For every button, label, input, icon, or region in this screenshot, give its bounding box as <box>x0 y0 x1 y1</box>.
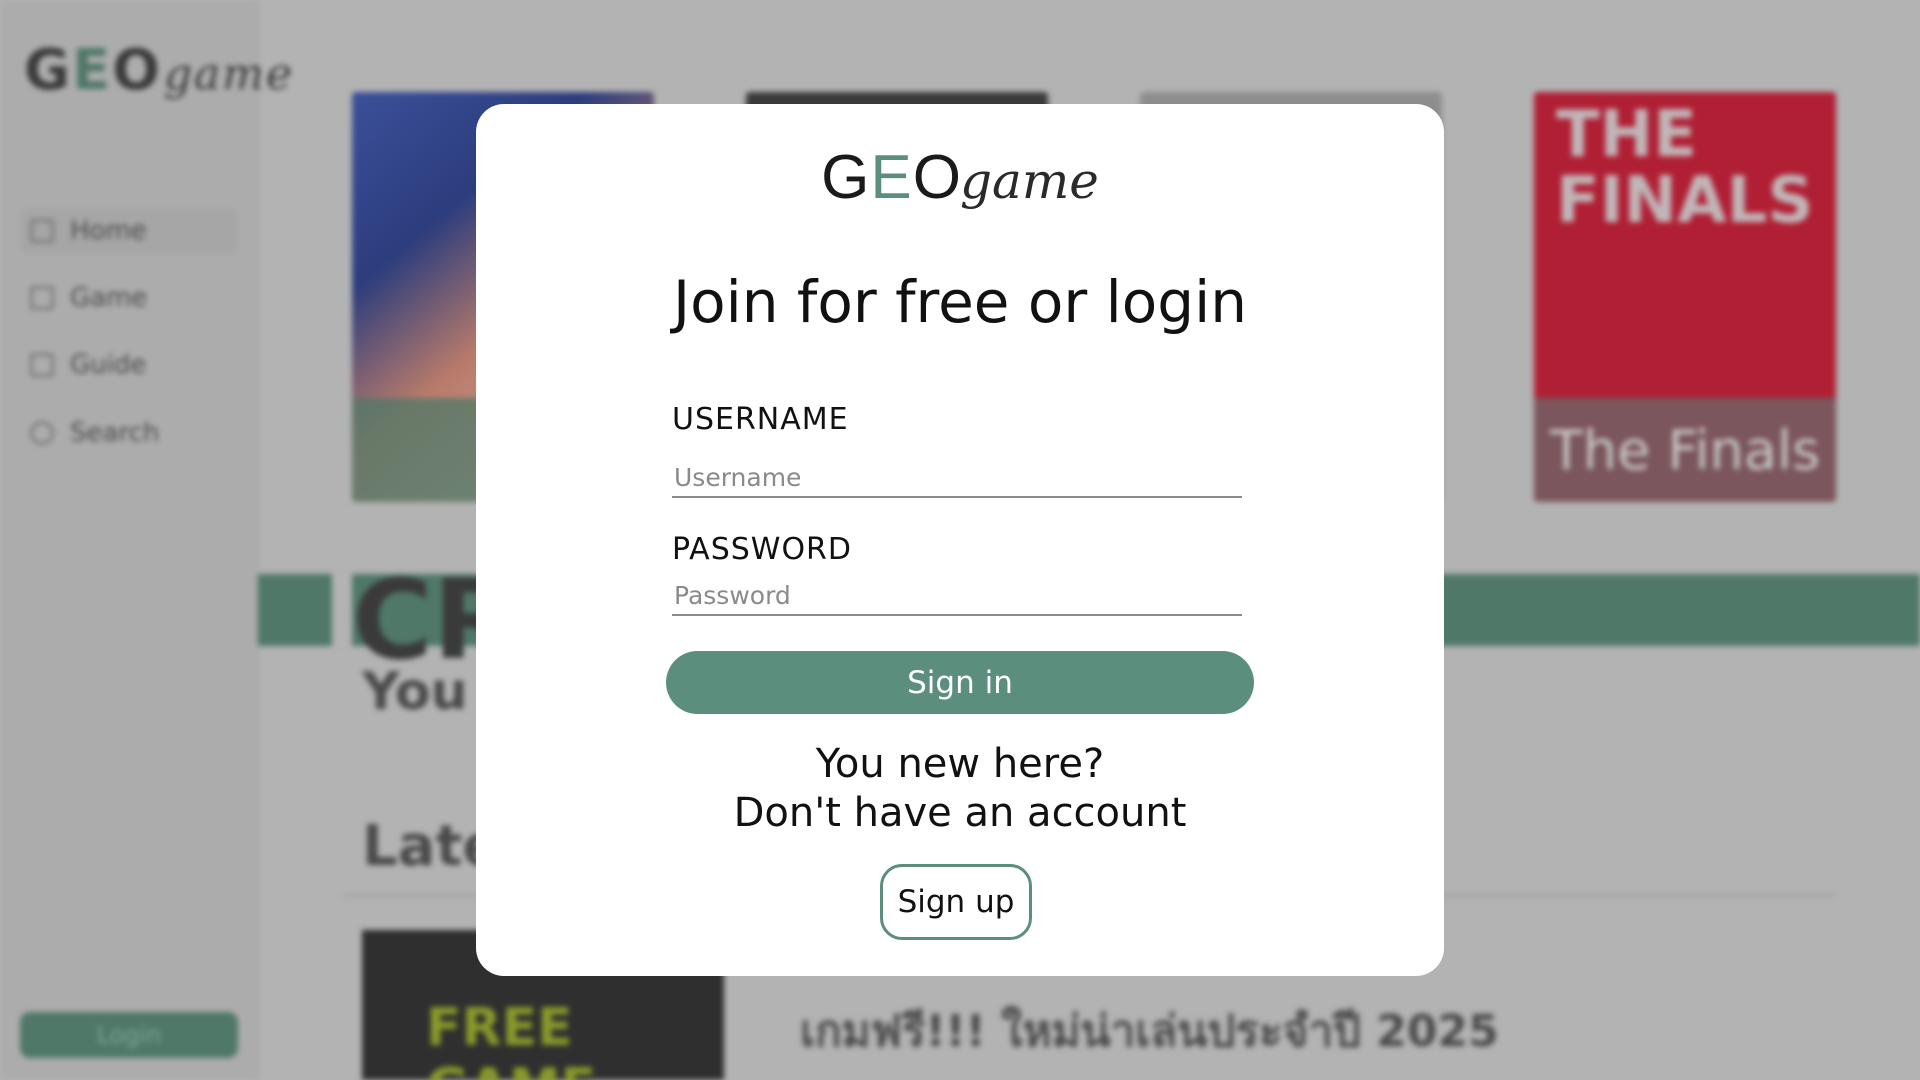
search-icon <box>30 421 54 445</box>
sidebar-item-label: Home <box>70 216 147 246</box>
signup-prompt-line2: Don't have an account <box>733 790 1187 836</box>
password-label: PASSWORD <box>672 532 853 567</box>
sidebar-login-button[interactable]: Login <box>20 1012 238 1058</box>
modal-title: Join for free or login <box>673 268 1247 336</box>
sidebar-item-guide[interactable]: Guide <box>20 342 238 388</box>
signup-prompt-line1: You new here? <box>815 741 1105 787</box>
sign-in-button[interactable]: Sign in <box>666 651 1254 714</box>
sidebar-item-label: Game <box>70 283 148 313</box>
book-icon <box>30 353 54 377</box>
login-modal: GEOgame Join for free or login USERNAME … <box>476 104 1444 976</box>
sidebar-item-label: Search <box>70 418 160 448</box>
home-icon <box>30 219 54 243</box>
news-title[interactable]: เกมฟรี!!! ใหม่น่าเล่นประจำปี 2025 <box>800 996 1499 1066</box>
password-input[interactable] <box>672 576 1242 616</box>
username-input[interactable] <box>672 458 1242 498</box>
card-art: THE FINALS <box>1556 98 1814 238</box>
gamepad-icon <box>30 286 54 310</box>
username-label: USERNAME <box>672 402 849 437</box>
sidebar: GEOgame Home Game Guide Search Login <box>0 0 292 1080</box>
sidebar-item-game[interactable]: Game <box>20 275 238 321</box>
signup-prompt: You new here? Don't have an account <box>476 740 1444 838</box>
sidebar-logo: GEOgame <box>24 38 295 103</box>
featured-game-card[interactable]: THE FINALS The Finals <box>1534 92 1836 502</box>
sidebar-item-search[interactable]: Search <box>20 410 238 456</box>
modal-logo: GEOgame <box>821 143 1099 212</box>
sidebar-item-label: Guide <box>70 350 147 380</box>
card-label: The Finals <box>1534 398 1836 502</box>
sign-up-button[interactable]: Sign up <box>880 864 1032 940</box>
sidebar-item-home[interactable]: Home <box>20 208 238 254</box>
hero-subtitle: You <box>362 662 468 722</box>
